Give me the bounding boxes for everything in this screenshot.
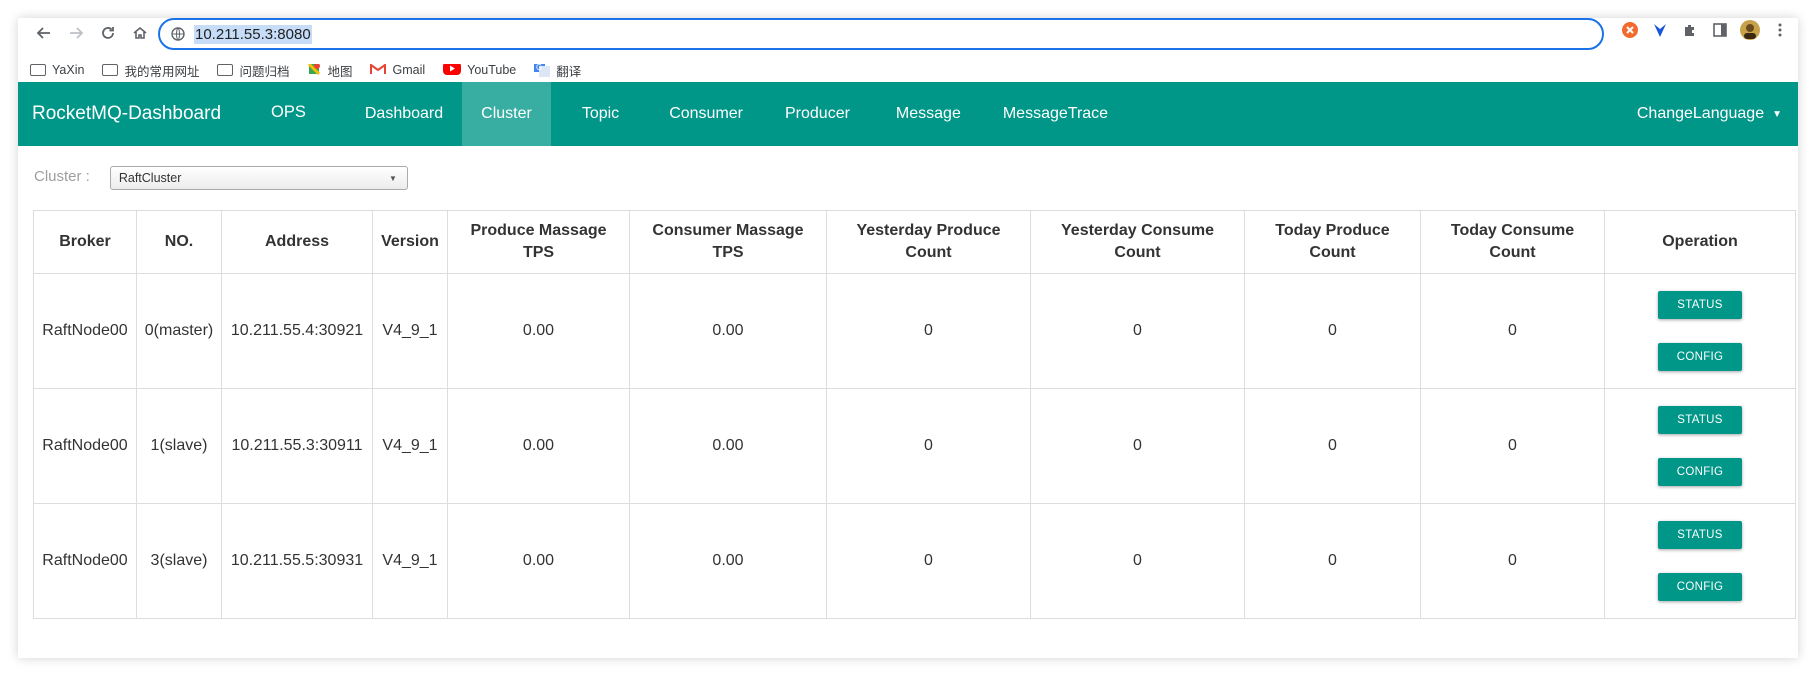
header-consume-tps: Consumer Massage TPS	[629, 210, 827, 274]
cell-yesterday-consume: 0	[1030, 273, 1245, 389]
cell-operation: STATUS CONFIG	[1604, 273, 1796, 389]
cluster-label: Cluster :	[34, 167, 90, 185]
nav-item-dashboard[interactable]: Dashboard	[346, 82, 462, 146]
header-yesterday-consume: Yesterday Consume Count	[1030, 210, 1245, 274]
profile-avatar-icon[interactable]	[1740, 20, 1760, 40]
cell-yesterday-consume: 0	[1030, 388, 1245, 504]
cell-today-produce: 0	[1244, 388, 1421, 504]
cell-operation: STATUS CONFIG	[1604, 388, 1796, 504]
config-button[interactable]: CONFIG	[1658, 343, 1742, 371]
cell-no: 3(slave)	[136, 503, 222, 619]
header-today-consume: Today Consume Count	[1420, 210, 1605, 274]
youtube-icon	[443, 62, 462, 78]
cell-produce-tps: 0.00	[447, 388, 630, 504]
cell-yesterday-consume: 0	[1030, 503, 1245, 619]
cell-yesterday-produce: 0	[826, 388, 1031, 504]
main-content: Cluster : RaftCluster ▼ Broker NO. Addre…	[18, 146, 1798, 619]
config-button[interactable]: CONFIG	[1658, 458, 1742, 486]
cell-produce-tps: 0.00	[447, 503, 630, 619]
site-info-icon[interactable]	[170, 26, 186, 42]
address-bar[interactable]: 10.211.55.3:8080	[158, 18, 1604, 50]
nav-item-consumer[interactable]: Consumer	[650, 82, 762, 146]
header-yesterday-produce: Yesterday Produce Count	[826, 210, 1031, 274]
home-icon[interactable]	[124, 18, 156, 49]
cell-address: 10.211.55.3:30911	[221, 388, 373, 504]
cell-produce-tps: 0.00	[447, 273, 630, 389]
change-language-label: ChangeLanguage	[1636, 105, 1765, 122]
caret-down-icon: ▼	[1772, 108, 1782, 120]
nav-item-producer[interactable]: Producer	[762, 82, 873, 146]
header-no: NO.	[136, 210, 222, 274]
table-row: RaftNode00 3(slave) 10.211.55.5:30931 V4…	[33, 503, 1796, 619]
browser-toolbar: 10.211.55.3:8080	[18, 18, 1798, 64]
cell-consume-tps: 0.00	[629, 503, 827, 619]
nav-item-messagetrace[interactable]: MessageTrace	[984, 82, 1127, 146]
nav-item-cluster[interactable]: Cluster	[462, 82, 551, 146]
reload-icon[interactable]	[92, 18, 124, 49]
cell-version: V4_9_1	[372, 503, 448, 619]
cell-broker: RaftNode00	[33, 503, 137, 619]
bookmark-yaxin[interactable]: YaXin	[30, 63, 84, 77]
cell-version: V4_9_1	[372, 388, 448, 504]
status-button[interactable]: STATUS	[1658, 291, 1742, 319]
cell-version: V4_9_1	[372, 273, 448, 389]
browser-menu-icon[interactable]	[1770, 20, 1790, 40]
folder-icon	[102, 64, 119, 76]
cluster-filter: Cluster : RaftCluster ▼	[18, 146, 1798, 210]
cell-today-consume: 0	[1420, 273, 1605, 389]
cell-no: 1(slave)	[136, 388, 222, 504]
gmail-icon	[370, 62, 387, 78]
cell-address: 10.211.55.4:30921	[221, 273, 373, 389]
cell-no: 0(master)	[136, 273, 222, 389]
nav-item-message[interactable]: Message	[873, 82, 984, 146]
cell-yesterday-produce: 0	[826, 273, 1031, 389]
cell-operation: STATUS CONFIG	[1604, 503, 1796, 619]
change-language-dropdown[interactable]: ChangeLanguage ▼	[1637, 82, 1782, 146]
forward-icon[interactable]	[60, 18, 92, 49]
cell-today-consume: 0	[1420, 388, 1605, 504]
cell-address: 10.211.55.5:30931	[221, 503, 373, 619]
header-today-produce: Today Produce Count	[1244, 210, 1421, 274]
cluster-select[interactable]: RaftCluster ▼	[109, 166, 408, 190]
table-header-row: Broker NO. Address Version Produce Massa…	[33, 210, 1796, 274]
bookmark-youtube[interactable]: YouTube	[443, 62, 516, 78]
cell-today-produce: 0	[1244, 273, 1421, 389]
header-operation: Operation	[1604, 210, 1796, 274]
extension-blue-icon[interactable]	[1650, 20, 1670, 40]
extension-orange-icon[interactable]	[1620, 20, 1640, 40]
maps-icon	[307, 62, 321, 79]
cell-yesterday-produce: 0	[826, 503, 1031, 619]
bookmark-gmail[interactable]: Gmail	[370, 62, 425, 78]
cell-consume-tps: 0.00	[629, 273, 827, 389]
cell-broker: RaftNode00	[33, 273, 137, 389]
back-icon[interactable]	[28, 18, 60, 49]
table-row: RaftNode00 0(master) 10.211.55.4:30921 V…	[33, 273, 1796, 389]
broker-table: Broker NO. Address Version Produce Massa…	[33, 210, 1796, 619]
cell-today-produce: 0	[1244, 503, 1421, 619]
cluster-select-value: RaftCluster	[118, 171, 182, 185]
header-version: Version	[372, 210, 448, 274]
browser-window: 10.211.55.3:8080 YaXin 我的常用网址 问题归档 地图 Gm…	[18, 18, 1798, 658]
folder-icon	[30, 64, 46, 76]
app-navbar: RocketMQ-Dashboard OPS Dashboard Cluster…	[18, 82, 1798, 146]
folder-icon	[217, 64, 234, 76]
config-button[interactable]: CONFIG	[1658, 573, 1742, 601]
status-button[interactable]: STATUS	[1658, 521, 1742, 549]
header-address: Address	[221, 210, 373, 274]
extensions-puzzle-icon[interactable]	[1680, 20, 1700, 40]
cell-consume-tps: 0.00	[629, 388, 827, 504]
side-panel-icon[interactable]	[1710, 20, 1730, 40]
brand-title[interactable]: RocketMQ-Dashboard	[32, 103, 252, 125]
status-button[interactable]: STATUS	[1658, 406, 1742, 434]
header-produce-tps: Produce Massage TPS	[447, 210, 630, 274]
nav-item-topic[interactable]: Topic	[551, 82, 650, 146]
cell-today-consume: 0	[1420, 503, 1605, 619]
table-row: RaftNode00 1(slave) 10.211.55.3:30911 V4…	[33, 388, 1796, 504]
dropdown-arrow-icon: ▼	[388, 173, 397, 183]
cell-broker: RaftNode00	[33, 388, 137, 504]
url-text[interactable]: 10.211.55.3:8080	[194, 24, 312, 44]
nav-item-ops[interactable]: OPS	[252, 80, 346, 144]
header-broker: Broker	[33, 210, 137, 274]
